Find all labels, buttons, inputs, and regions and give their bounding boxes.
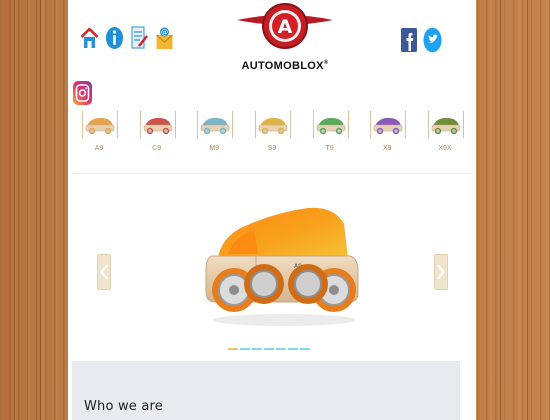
carousel-dot[interactable]	[264, 348, 274, 350]
model-thumbnail[interactable]: C9	[139, 111, 176, 152]
model-thumbnail-image	[254, 111, 291, 138]
social-links	[399, 26, 442, 54]
model-thumbnail-image	[370, 111, 407, 138]
model-thumbnail-image	[312, 111, 349, 138]
model-thumbnail[interactable]: A9	[82, 111, 118, 152]
chevron-left-icon	[100, 265, 108, 279]
instagram-icon[interactable]	[72, 80, 93, 106]
model-thumbnail[interactable]: S9	[254, 111, 291, 152]
carousel-prev-button[interactable]	[97, 254, 111, 290]
model-label: A9	[94, 145, 104, 152]
model-thumbnail-image	[427, 111, 464, 138]
brand-name: AUTOMOBLOX	[241, 60, 324, 72]
model-thumbnail-image	[197, 111, 234, 138]
model-thumbnail[interactable]: T9	[312, 111, 349, 152]
about-section: Who we are	[72, 361, 460, 420]
logo-emblem-letter: A	[278, 16, 293, 38]
carousel-next-button[interactable]	[434, 254, 448, 290]
header-nav-icons: @	[80, 24, 174, 52]
home-icon[interactable]	[80, 24, 99, 52]
info-icon[interactable]	[105, 24, 124, 52]
model-label: M9	[209, 145, 220, 152]
registered-mark: ®	[323, 60, 329, 66]
model-label: X9X	[438, 145, 452, 152]
brand-logo[interactable]: A AUTOMOBLOX®	[229, 0, 341, 78]
model-thumbnail-image	[82, 111, 118, 138]
section-divider	[72, 173, 472, 174]
carousel-dot[interactable]	[240, 348, 250, 350]
model-label: T9	[325, 145, 334, 152]
brand-wordmark: AUTOMOBLOX®	[229, 60, 341, 72]
carousel-dot[interactable]	[228, 348, 238, 350]
about-title: Who we are	[84, 399, 163, 414]
page-container: @ A AUTOMOBLOX® A9 C9 M9 S9 T9 X9 X9X A9…	[68, 0, 476, 420]
svg-text:@: @	[161, 29, 168, 37]
carousel-dot[interactable]	[300, 348, 310, 350]
model-label: X9	[383, 145, 392, 152]
model-label: S9	[267, 145, 277, 152]
model-thumbnails: A9 C9 M9 S9 T9 X9 X9X	[82, 111, 464, 152]
edit-icon[interactable]	[130, 24, 149, 52]
model-thumbnail-image	[139, 111, 176, 138]
mail-icon[interactable]: @	[155, 24, 174, 52]
twitter-icon[interactable]	[423, 26, 442, 54]
carousel-dot[interactable]	[252, 348, 262, 350]
carousel-dot[interactable]	[288, 348, 298, 350]
chevron-right-icon	[437, 265, 445, 279]
model-thumbnail[interactable]: X9	[370, 111, 407, 152]
model-thumbnail[interactable]: X9X	[427, 111, 464, 152]
model-thumbnail[interactable]: M9	[197, 111, 234, 152]
model-label: C9	[152, 145, 162, 152]
facebook-icon[interactable]	[399, 26, 418, 54]
carousel-indicators	[228, 348, 310, 350]
carousel-dot[interactable]	[276, 348, 286, 350]
carousel-hero-car-image: A9	[198, 198, 368, 330]
